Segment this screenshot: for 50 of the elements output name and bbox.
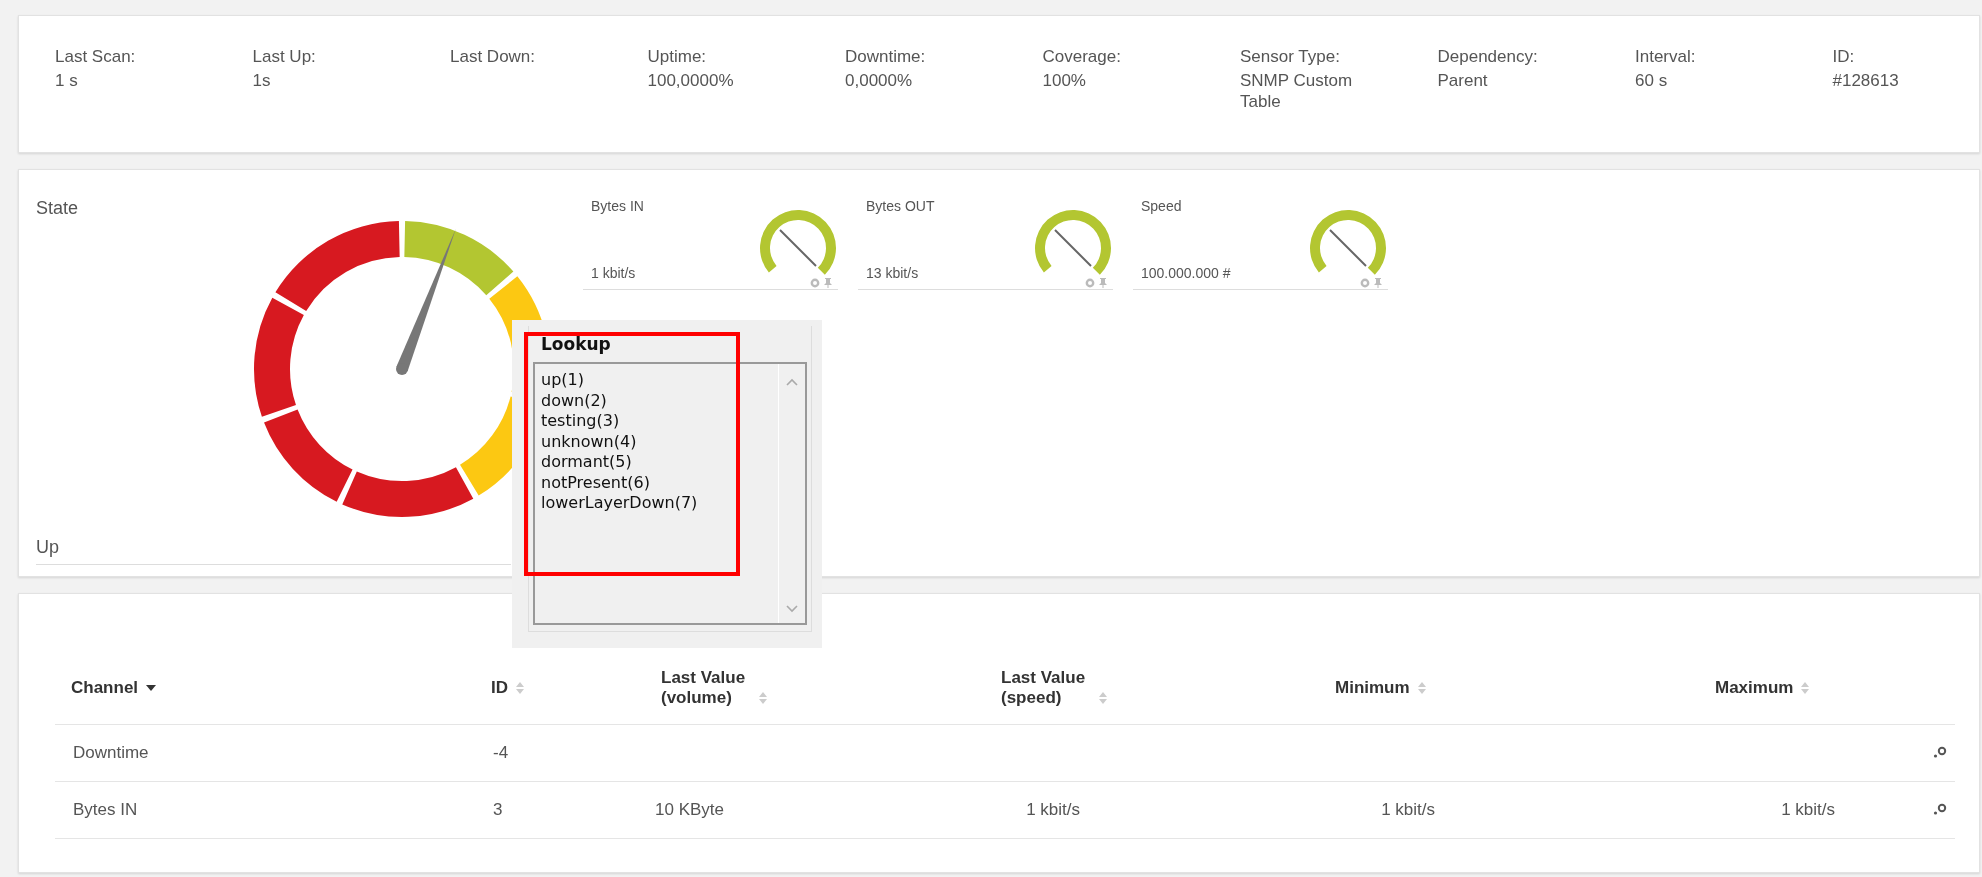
info-label: Sensor Type: — [1240, 46, 1341, 67]
gauge-label: Bytes OUT — [866, 198, 935, 214]
list-item[interactable]: unknown(4) — [541, 431, 778, 452]
info-value: Parent — [1437, 70, 1489, 91]
list-item[interactable]: down(2) — [541, 390, 778, 411]
info-value: 60 s — [1635, 70, 1669, 91]
status-label: Up — [36, 537, 511, 565]
info-label: ID: — [1832, 46, 1856, 67]
table-cell: 1 kbit/s — [1781, 800, 1835, 819]
column-header[interactable]: Channel — [71, 678, 139, 698]
table-cell: 1 kbit/s — [1026, 800, 1080, 819]
table-cell: 3 — [493, 800, 503, 819]
table-cell: -4 — [493, 743, 509, 762]
table-cell: Downtime — [73, 743, 149, 762]
gauge-reading: 1 kbit/s — [591, 265, 637, 281]
column-header[interactable]: Maximum — [1715, 678, 1794, 698]
info-value: 0,0000% — [845, 70, 914, 91]
info-label: Last Down: — [450, 46, 537, 67]
info-label: Dependency: — [1437, 46, 1539, 67]
table-cell: Bytes IN — [73, 800, 138, 819]
info-value: 100,0000% — [647, 70, 735, 91]
column-header[interactable]: Last Value (volume) — [661, 668, 753, 708]
list-item[interactable]: up(1) — [541, 370, 778, 391]
info-label: Coverage: — [1042, 46, 1122, 67]
info-value: 1 s — [55, 70, 79, 91]
gauge-reading: 13 kbit/s — [866, 265, 920, 281]
list-item[interactable]: dormant(5) — [541, 452, 778, 473]
list-item[interactable]: testing(3) — [541, 411, 778, 432]
info-label: Uptime: — [647, 46, 708, 67]
info-value: #128613 — [1832, 70, 1900, 91]
table-cell: 1 kbit/s — [1381, 800, 1435, 819]
group-title: Lookup — [540, 333, 612, 356]
list-item[interactable]: notPresent(6) — [541, 472, 778, 493]
gauge-reading: 100.000.000 # — [1141, 265, 1231, 281]
column-header[interactable]: Minimum — [1335, 678, 1410, 698]
gauge-label: Speed — [1141, 198, 1183, 214]
column-header[interactable]: Last Value (speed) — [1001, 668, 1093, 708]
info-value: 100% — [1042, 70, 1087, 91]
lookup-list[interactable]: up(1) down(2) testing(3) unknown(4) dormant(5) notPresent(6) lowerLayerDown(7) — [533, 362, 807, 625]
gauge-label: Bytes IN — [591, 198, 644, 214]
info-value: SNMP Custom Table — [1240, 70, 1354, 112]
info-label: Interval: — [1635, 46, 1697, 67]
panel-title: State — [36, 198, 80, 219]
info-label: Downtime: — [845, 46, 927, 67]
column-header[interactable]: ID — [491, 678, 508, 698]
info-label: Last Scan: — [55, 46, 137, 67]
table-cell: 10 KByte — [655, 800, 724, 819]
list-item[interactable]: lowerLayerDown(7) — [541, 493, 778, 514]
info-label: Last Up: — [252, 46, 317, 67]
info-value: 1s — [252, 70, 272, 91]
